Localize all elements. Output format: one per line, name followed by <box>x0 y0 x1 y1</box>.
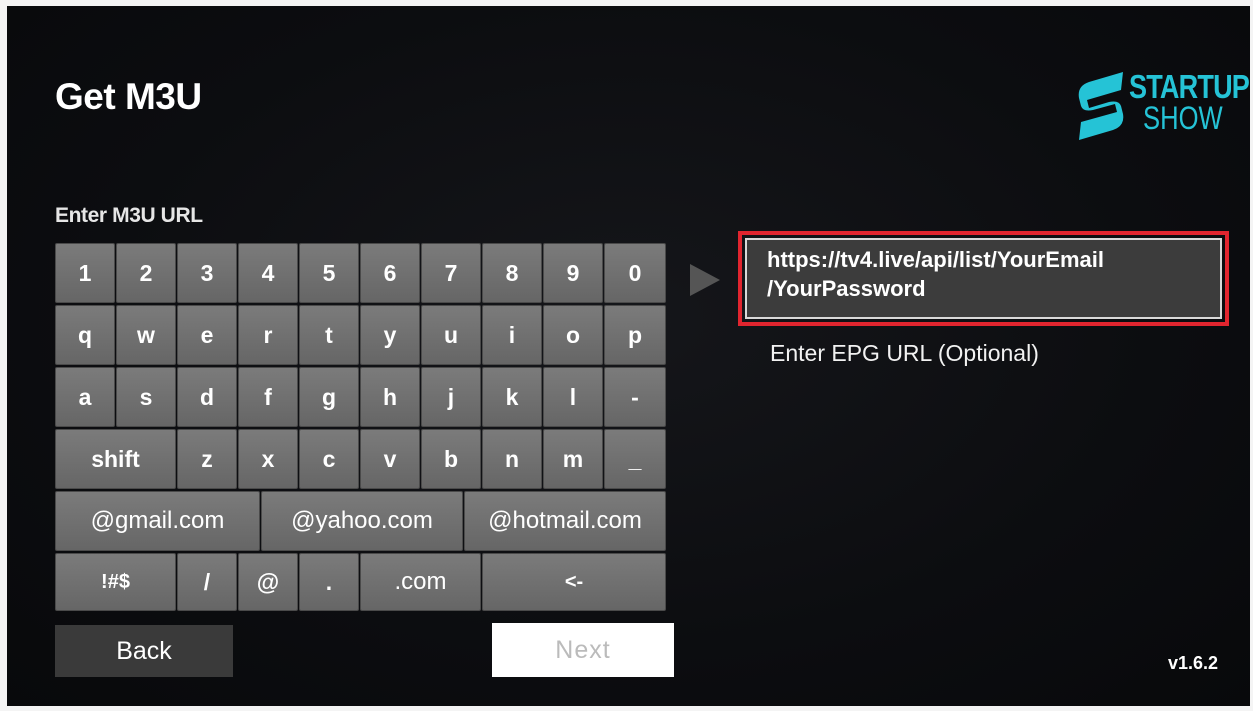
key-2[interactable]: 2 <box>116 243 176 303</box>
key-0[interactable]: 0 <box>604 243 666 303</box>
key-r[interactable]: r <box>238 305 298 365</box>
key-shift[interactable]: shift <box>55 429 176 489</box>
key-c[interactable]: c <box>299 429 359 489</box>
key-n[interactable]: n <box>482 429 542 489</box>
key-4[interactable]: 4 <box>238 243 298 303</box>
key-g[interactable]: g <box>299 367 359 427</box>
version-label: v1.6.2 <box>1168 653 1219 673</box>
key-5[interactable]: 5 <box>299 243 359 303</box>
key-6[interactable]: 6 <box>360 243 420 303</box>
key-i[interactable]: i <box>482 305 542 365</box>
key-p[interactable]: p <box>604 305 666 365</box>
key-s[interactable]: s <box>116 367 176 427</box>
m3u-url-field[interactable]: https://tv4.live/api/list/YourEmail /You… <box>745 238 1222 319</box>
key-w[interactable]: w <box>116 305 176 365</box>
key-symbols[interactable]: !#$ <box>55 553 176 611</box>
key-u[interactable]: u <box>421 305 481 365</box>
key-1[interactable]: 1 <box>55 243 115 303</box>
focus-arrow-icon <box>690 264 720 296</box>
key-at[interactable]: @ <box>238 553 298 611</box>
key-m[interactable]: m <box>543 429 603 489</box>
key-j[interactable]: j <box>421 367 481 427</box>
key-hotmail[interactable]: @hotmail.com <box>464 491 666 551</box>
key-d[interactable]: d <box>177 367 237 427</box>
key-f[interactable]: f <box>238 367 298 427</box>
url-value-line1: https://tv4.live/api/list/YourEmail <box>767 247 1105 272</box>
key-x[interactable]: x <box>238 429 298 489</box>
key-t[interactable]: t <box>299 305 359 365</box>
url-value-line2: /YourPassword <box>767 276 926 301</box>
key-dotcom[interactable]: .com <box>360 553 481 611</box>
key-backspace[interactable]: <- <box>482 553 666 611</box>
key-underscore[interactable]: _ <box>604 429 666 489</box>
key-z[interactable]: z <box>177 429 237 489</box>
key-slash[interactable]: / <box>177 553 237 611</box>
key-gmail[interactable]: @gmail.com <box>55 491 260 551</box>
next-button[interactable]: Next <box>492 623 674 677</box>
key-hyphen[interactable]: - <box>604 367 666 427</box>
tv-screen: Get M3U STARTUP SHOW Enter M3U URL 1 2 3… <box>7 6 1250 706</box>
key-y[interactable]: y <box>360 305 420 365</box>
key-e[interactable]: e <box>177 305 237 365</box>
key-dot[interactable]: . <box>299 553 359 611</box>
key-v[interactable]: v <box>360 429 420 489</box>
key-k[interactable]: k <box>482 367 542 427</box>
key-9[interactable]: 9 <box>543 243 603 303</box>
m3u-url-label: Enter M3U URL <box>55 204 203 227</box>
key-a[interactable]: a <box>55 367 115 427</box>
m3u-url-highlight: https://tv4.live/api/list/YourEmail /You… <box>738 231 1229 326</box>
key-3[interactable]: 3 <box>177 243 237 303</box>
key-b[interactable]: b <box>421 429 481 489</box>
startup-show-logo: STARTUP SHOW <box>1071 66 1250 146</box>
key-8[interactable]: 8 <box>482 243 542 303</box>
key-l[interactable]: l <box>543 367 603 427</box>
brand-line2: SHOW <box>1143 100 1223 136</box>
s-logo-icon <box>1078 72 1124 140</box>
key-yahoo[interactable]: @yahoo.com <box>261 491 463 551</box>
page-title: Get M3U <box>55 76 202 117</box>
key-q[interactable]: q <box>55 305 115 365</box>
epg-url-field[interactable]: Enter EPG URL (Optional) <box>770 340 1039 367</box>
key-7[interactable]: 7 <box>421 243 481 303</box>
key-h[interactable]: h <box>360 367 420 427</box>
back-button[interactable]: Back <box>55 625 233 677</box>
key-o[interactable]: o <box>543 305 603 365</box>
